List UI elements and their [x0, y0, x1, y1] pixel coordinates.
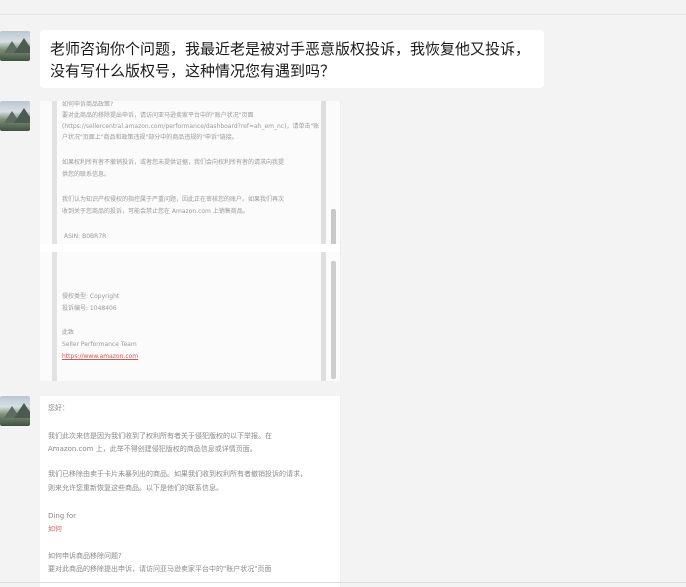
screenshot-scrollbar — [331, 261, 336, 379]
image-text-line: 要对此商品的移除提出申诉，请访问亚马逊卖家平台中的"账户状况"页面 — [48, 565, 272, 573]
mountain-shape — [14, 38, 30, 53]
chat-message-1: 老师咨询你个问题，我最近老是被对手恶意版权投诉，我恢复他又投诉，没有写什么版权号… — [0, 30, 686, 90]
image-text-line: 如何申诉商品政策? — [62, 101, 114, 108]
image-text-line: 如何申诉商品移除问题? — [48, 552, 122, 560]
image-text-line: 户状况"页面上"商品和政策违规"部分中的商品违规的"申诉"链接。 — [62, 134, 238, 141]
screenshot-gap — [40, 244, 340, 252]
sender-avatar[interactable] — [0, 101, 30, 131]
image-text-line: 侵权类型: Copyright — [62, 293, 120, 300]
image-text-line: 我们已移除由卖于卡片未暴列出的商品。如果我们收到权利所有者撤销投诉的请求， — [48, 470, 307, 478]
image-text-line: 投诉编号: 1048406 — [62, 305, 117, 312]
sender-avatar[interactable] — [0, 31, 30, 61]
image-text-line: 我们此次来信是因为我们收到了权利所有者关于侵犯版权的以下举报。在 — [48, 432, 272, 440]
image-text-line: 此致 — [62, 329, 75, 336]
chat-top-bar — [0, 0, 686, 15]
image-text-line: 如果权利所有者不撤销投诉，或者您未提供证据，我们会向权利所有者的请求向我提 — [62, 159, 285, 166]
image-text-line: 收到关于您商品的投诉，可能会禁止您在 Amazon.com 上销售商品。 — [62, 208, 249, 215]
screenshot-border — [52, 101, 57, 381]
image-text-line: ASIN: B0BR7R — [64, 233, 107, 240]
image-text-line: Amazon.com 上，此举不得创建侵犯版权的商品信息或详情页面。 — [48, 445, 257, 453]
image-message[interactable]: 您好： 我们此次来信是因为我们收到了权利所有者关于侵犯版权的以下举报。在 Ama… — [40, 396, 341, 587]
message-text: 老师咨询你个问题，我最近老是被对手恶意版权投诉，我恢复他又投诉，没有写什么版权号… — [50, 40, 531, 80]
chat-message-2: 如何申诉商品政策? 要对此商品的移除提出申诉，请访问亚马逊卖家平台中的"账户状况… — [0, 101, 686, 381]
image-message[interactable]: 如何申诉商品政策? 要对此商品的移除提出申诉，请访问亚马逊卖家平台中的"账户状况… — [40, 101, 341, 381]
screenshot-border — [321, 101, 326, 381]
image-text-line: (https://sellercentral.amazon.com/perfor… — [62, 123, 320, 130]
text-message-bubble[interactable]: 老师咨询你个问题，我最近老是被对手恶意版权投诉，我恢复他又投诉，没有写什么版权号… — [40, 30, 544, 88]
image-text-line: 如何 — [48, 525, 62, 533]
image-text-line: 我们认为知识产权侵权的指控属于严重问题，因此正在审核您的账户。如果我们再次 — [62, 196, 285, 203]
image-text-line: Seller Performance Team — [62, 341, 137, 348]
mountain-shape — [14, 403, 30, 418]
image-text-link: https://www.amazon.com — [62, 353, 139, 360]
image-text-line: 要对此商品的移除提出申诉，请访问亚马逊卖家平台中的"账户状况"页面 — [62, 112, 254, 119]
image-text-line: Ding for — [48, 512, 77, 520]
chat-message-3: 您好： 我们此次来信是因为我们收到了权利所有者关于侵犯版权的以下举报。在 Ama… — [0, 396, 686, 587]
sender-avatar[interactable] — [0, 396, 30, 426]
chat-bottom-divider — [0, 582, 686, 583]
image-text-line: 供您的联系信息。 — [62, 171, 111, 178]
image-text-line: 则来允许您重新恢复这些商品。以下是他们的联系信息。 — [48, 484, 223, 492]
mountain-shape — [14, 108, 30, 123]
image-text-line: 您好： — [48, 404, 69, 412]
